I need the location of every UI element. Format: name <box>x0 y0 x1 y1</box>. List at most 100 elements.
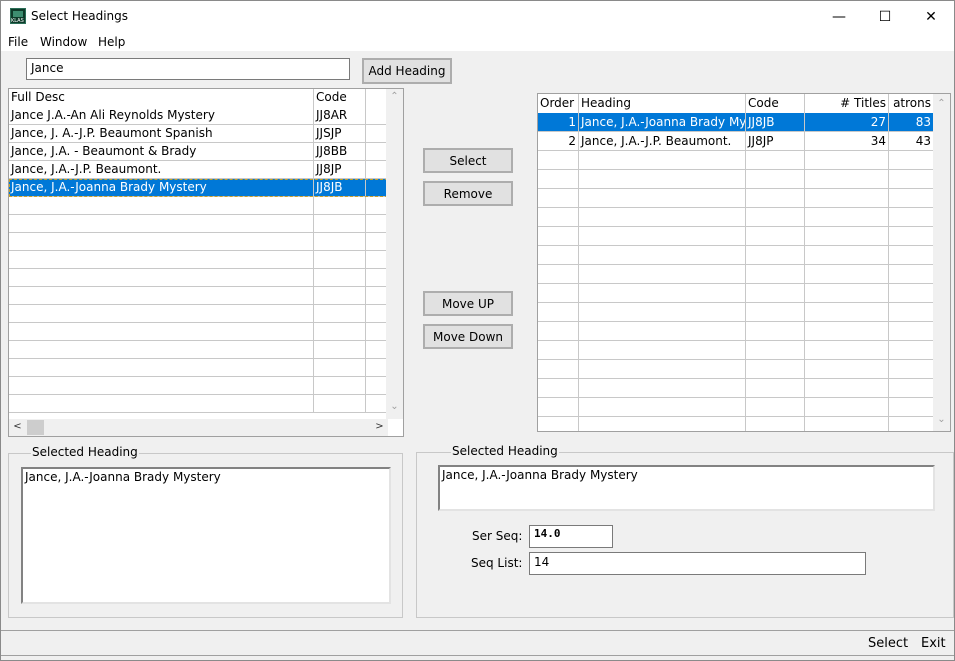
cell-titles <box>805 189 889 208</box>
table-row[interactable] <box>9 305 388 323</box>
cell-titles <box>805 170 889 189</box>
table-row[interactable] <box>538 360 934 379</box>
table-row[interactable] <box>538 322 934 341</box>
cell-titles <box>805 398 889 417</box>
table-row[interactable] <box>538 417 934 431</box>
table-row[interactable] <box>538 284 934 303</box>
scroll-right-icon[interactable]: > <box>371 421 388 432</box>
scroll-down-icon[interactable]: ⌄ <box>933 414 950 425</box>
seq-list-label: Seq List: <box>471 556 523 570</box>
table-row[interactable]: 2 Jance, J.A.-J.P. Beaumont. JJ8JP 34 43 <box>538 132 934 151</box>
table-row[interactable]: Jance, J.A.-J.P. Beaumont. JJ8JP <box>9 161 388 179</box>
ser-seq-input[interactable]: 14.0 <box>529 525 613 548</box>
table-row[interactable] <box>538 398 934 417</box>
table-row[interactable] <box>538 379 934 398</box>
cell-titles <box>805 379 889 398</box>
cell-patrons: 43 <box>889 132 934 151</box>
headings-grid: Full Desc Code Jance J.A.-An Ali Reynolds … <box>8 88 404 437</box>
table-row[interactable] <box>9 359 388 377</box>
table-row[interactable]: Jance J.A.-An Ali Reynolds Mystery JJ8AR <box>9 107 388 125</box>
close-button[interactable]: ✕ <box>908 1 954 32</box>
column-header[interactable]: atrons <box>889 94 934 113</box>
table-row[interactable] <box>538 246 934 265</box>
table-row[interactable] <box>9 251 388 269</box>
table-row[interactable] <box>9 215 388 233</box>
maximize-button[interactable]: ☐ <box>862 1 908 32</box>
table-row[interactable] <box>9 287 388 305</box>
table-row[interactable]: Jance, J.A.-Joanna Brady Mystery JJ8JB <box>9 179 388 197</box>
scroll-up-icon[interactable]: ⌃ <box>386 91 403 102</box>
selected-vertical-scrollbar[interactable]: ⌃ ⌄ <box>933 94 950 431</box>
table-row[interactable]: Jance, J. A.-J.P. Beaumont Spanish JJSJP <box>9 125 388 143</box>
table-row[interactable] <box>9 233 388 251</box>
table-row[interactable]: 1Jance, J.A.-Joanna Brady MysteryJJ8JB27… <box>538 113 934 132</box>
column-header[interactable]: # Titles <box>805 94 889 113</box>
select-button[interactable]: Select <box>423 148 513 173</box>
table-row[interactable] <box>538 265 934 284</box>
cell-code <box>746 151 805 170</box>
cell-empty <box>366 251 388 269</box>
cell-code <box>314 395 366 413</box>
remove-button[interactable]: Remove <box>423 181 513 206</box>
cell-code <box>314 377 366 395</box>
cell-code <box>746 417 805 431</box>
minimize-button[interactable]: — <box>816 1 862 32</box>
cell-empty <box>366 233 388 251</box>
right-selected-heading-text[interactable]: Jance, J.A.-Joanna Brady Mystery <box>438 465 935 511</box>
menu-window[interactable]: Window <box>40 35 87 49</box>
table-row[interactable] <box>538 151 934 170</box>
cell-desc <box>9 377 314 395</box>
table-row[interactable] <box>538 227 934 246</box>
table-row[interactable] <box>9 395 388 413</box>
scroll-left-icon[interactable]: < <box>9 421 26 432</box>
table-row[interactable]: Jance, J.A. - Beaumont & Brady JJ8BB <box>9 143 388 161</box>
table-row[interactable] <box>9 323 388 341</box>
table-row[interactable] <box>538 208 934 227</box>
scroll-down-icon[interactable]: ⌄ <box>386 401 403 412</box>
cell-desc <box>9 305 314 323</box>
table-row[interactable] <box>538 341 934 360</box>
table-row[interactable] <box>538 170 934 189</box>
status-exit-link[interactable]: Exit <box>921 636 946 651</box>
cell-desc: Jance, J.A.-J.P. Beaumont. <box>9 161 314 179</box>
cell-code <box>314 305 366 323</box>
headings-horizontal-scrollbar[interactable]: < > <box>9 419 388 436</box>
cell-code <box>746 341 805 360</box>
add-heading-button[interactable]: Add Heading <box>362 58 452 84</box>
table-row[interactable] <box>9 377 388 395</box>
cell-order: 1 <box>538 113 579 132</box>
move-down-button[interactable]: Move Down <box>423 324 513 349</box>
table-row[interactable] <box>9 341 388 359</box>
cell-code <box>746 265 805 284</box>
menu-help[interactable]: Help <box>98 35 125 49</box>
heading-search-input[interactable]: Jance <box>26 58 350 80</box>
column-header[interactable]: Order <box>538 94 579 113</box>
cell-titles: 27 <box>805 113 889 132</box>
cell-desc <box>9 323 314 341</box>
column-header[interactable]: Code <box>746 94 805 113</box>
left-selected-heading-group: Selected Heading Jance, J.A.-Joanna Brad… <box>8 445 403 618</box>
menu-file[interactable]: File <box>8 35 28 49</box>
cell-heading <box>579 170 746 189</box>
cell-order <box>538 170 579 189</box>
column-header[interactable]: Code <box>314 89 366 107</box>
move-up-button[interactable]: Move UP <box>423 291 513 316</box>
cell-heading <box>579 151 746 170</box>
horizontal-scroll-thumb[interactable] <box>27 420 44 435</box>
left-selected-heading-text[interactable]: Jance, J.A.-Joanna Brady Mystery <box>21 467 391 604</box>
headings-vertical-scrollbar[interactable]: ⌃ ⌄ <box>386 89 403 419</box>
cell-heading <box>579 284 746 303</box>
seq-list-input[interactable]: 14 <box>529 552 866 575</box>
status-select-link[interactable]: Select <box>868 636 908 651</box>
table-row[interactable] <box>538 303 934 322</box>
table-row[interactable] <box>9 269 388 287</box>
scroll-up-icon[interactable]: ⌃ <box>933 98 950 109</box>
cell-desc <box>9 341 314 359</box>
column-header[interactable]: Heading <box>579 94 746 113</box>
table-row[interactable] <box>9 197 388 215</box>
column-header[interactable]: Full Desc <box>9 89 314 107</box>
table-row[interactable] <box>538 189 934 208</box>
column-header[interactable] <box>366 89 388 107</box>
cell-empty <box>366 377 388 395</box>
cell-code <box>746 246 805 265</box>
